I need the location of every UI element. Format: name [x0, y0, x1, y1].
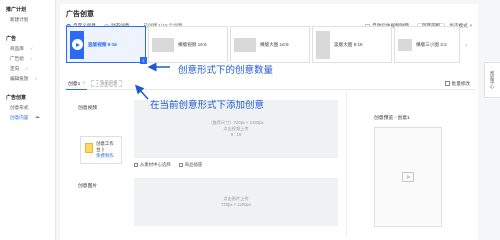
- sidebar-item-bidding[interactable]: 编辑投放 ✓: [0, 74, 55, 84]
- batch-edit-button[interactable]: 批量修改: [444, 80, 470, 87]
- sidebar-group-title: 广告创意: [6, 95, 27, 101]
- sidebar-group-title: 广告: [6, 36, 17, 42]
- creative-image-label: 创意图片: [78, 184, 98, 189]
- check-icon: ✓: [34, 76, 38, 81]
- preview-title: 创意预览 - 创意1: [374, 116, 410, 121]
- format-strip: 竖版视频 9:16 1 横版视频 16:9 横版大图 16:9 竖版大图 9:1…: [66, 26, 476, 66]
- check-icon: ✓: [29, 56, 34, 61]
- video-thumb-icon: [152, 37, 174, 52]
- format-label: 横版三小图 3:2: [416, 41, 447, 47]
- format-card-vertical-video[interactable]: 竖版视频 9:16 1: [66, 26, 147, 64]
- workshop-icon: [85, 143, 94, 153]
- creative-tabs: 创意1 × + 添加创意 批量修改: [66, 78, 476, 90]
- video-placeholder-icon: [402, 172, 414, 182]
- more-icon[interactable]: •••: [35, 115, 39, 121]
- workshop-subtitle: 免费制作: [96, 153, 114, 158]
- format-label: 横版视频 16:9: [178, 41, 207, 47]
- creative-workshop-card[interactable]: 创意工作台 》 免费制作: [80, 136, 122, 164]
- preview-phone-frame: [374, 127, 442, 227]
- upload-actions: 从素材中心选择 商品插座: [134, 162, 210, 168]
- chevron-right-icon[interactable]: ›: [462, 26, 470, 66]
- sidebar: 推广计划 新建计划 广告 商品库 ✓ 广告组 ✓ 定向 ✓ 编辑投放 ✓ 广告创意 创意…: [0, 0, 56, 240]
- format-card-horizontal-video[interactable]: 横版视频 16:9: [148, 26, 228, 63]
- choose-from-material-button[interactable]: 从素材中心选择: [134, 162, 171, 168]
- edit-icon: [444, 81, 450, 86]
- page-title: 广告创意: [66, 11, 94, 18]
- creative-count-badge: 1: [140, 57, 147, 64]
- video-thumb-icon: [70, 30, 84, 59]
- product-socket-button[interactable]: 商品插座: [178, 162, 203, 168]
- sidebar-item-label: 广告组: [10, 56, 24, 61]
- check-icon: ✓: [29, 46, 34, 51]
- product-icon: [178, 163, 183, 167]
- action-label: 从素材中心选择: [140, 162, 171, 167]
- sidebar-item-label: 创意形式: [10, 105, 29, 110]
- creative-editor: 创意视频 （推荐尺寸）720px × 1280px 点击视频上传 9 : 16 …: [66, 92, 338, 236]
- tab-label: 创意1: [68, 81, 81, 87]
- format-card-horizontal-image[interactable]: 横版大图 16:9: [230, 26, 310, 63]
- button-label: 批量修改: [451, 80, 470, 86]
- creative-preview: 创意预览 - 创意1: [374, 114, 450, 236]
- sidebar-item-label: 创意内容: [10, 115, 29, 120]
- sidebar-item-label: 商品库: [10, 46, 24, 51]
- upload-size-hint: 720px × 1280px: [221, 202, 251, 207]
- divider: [346, 92, 347, 236]
- annotation-add-creative: 在当前创意形式下添加创意: [150, 100, 265, 111]
- format-label: 竖版大图 9:16: [334, 41, 363, 47]
- sidebar-item-product-lib[interactable]: 商品库 ✓: [0, 44, 55, 54]
- sidebar-item-label: 新建计划: [10, 17, 29, 22]
- close-icon[interactable]: ×: [82, 81, 85, 86]
- image-thumb-icon: [316, 30, 330, 59]
- add-creative-button[interactable]: + 添加创意: [91, 80, 123, 87]
- help-center-label: 帮助中心: [490, 71, 496, 89]
- sidebar-group-ad: 广告 商品库 ✓ 广告组 ✓ 定向 ✓ 编辑投放 ✓: [0, 33, 55, 84]
- sidebar-group-plan: 推广计划 新建计划: [0, 4, 55, 25]
- image-thumb-icon: [398, 38, 412, 51]
- sidebar-item-creative-format[interactable]: 创意形式: [0, 103, 55, 113]
- annotation-creative-count: 创意形式下的创意数量: [178, 65, 274, 76]
- folder-icon: [134, 163, 138, 167]
- tab-creative-1[interactable]: 创意1 ×: [66, 78, 88, 90]
- help-center-button[interactable]: 帮助中心: [484, 62, 500, 98]
- sidebar-item-label: 编辑投放: [10, 76, 29, 81]
- sidebar-item-ad-group[interactable]: 广告组 ✓: [0, 54, 55, 64]
- upload-ratio: 9 : 16: [230, 132, 242, 137]
- format-label: 竖版视频 9:16: [88, 41, 117, 47]
- sidebar-group-title: 推广计划: [6, 7, 27, 13]
- sidebar-item-targeting[interactable]: 定向 ✓: [0, 64, 55, 74]
- workshop-title: 创意工作台 》: [96, 141, 114, 152]
- creative-video-label: 创意视频: [78, 106, 98, 111]
- image-upload-area[interactable]: 点击图片上传 720px × 1280px: [134, 178, 338, 226]
- check-icon: ✓: [25, 66, 29, 71]
- sidebar-item-creative-content[interactable]: 创意内容 •••: [0, 113, 55, 123]
- sidebar-item-label: 定向: [10, 66, 20, 71]
- format-card-three-images[interactable]: 横版三小图 3:2: [394, 26, 460, 63]
- sidebar-item-new-plan[interactable]: 新建计划: [0, 15, 55, 25]
- format-label: 横版大图 16:9: [260, 41, 289, 47]
- sidebar-group-creative: 广告创意 创意形式 创意内容 •••: [0, 92, 55, 123]
- action-label: 商品插座: [184, 162, 203, 167]
- format-card-vertical-image[interactable]: 竖版大图 9:16: [312, 26, 392, 63]
- play-icon: [71, 39, 83, 50]
- image-thumb-icon: [234, 37, 256, 52]
